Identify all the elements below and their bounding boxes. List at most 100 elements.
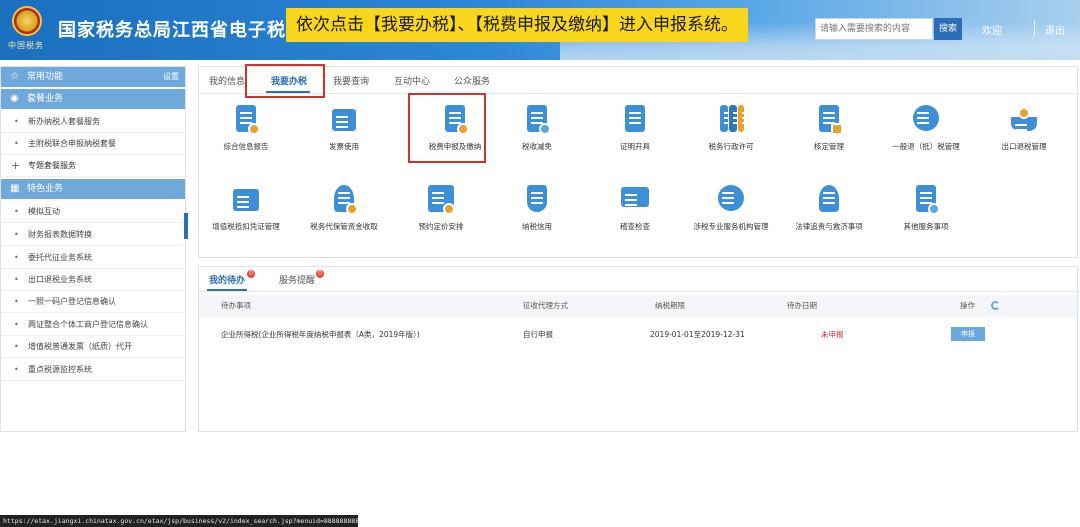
service-inspection[interactable]: 稽查检查 bbox=[590, 185, 680, 232]
sidebar-common-header[interactable]: ☆ 常用功能 设置 bbox=[1, 67, 185, 87]
sidebar-common-title: 常用功能 bbox=[27, 72, 64, 82]
service-label: 税收减免 bbox=[522, 142, 552, 151]
service-label: 纳税信用 bbox=[522, 222, 552, 231]
sidebar-item-new-taxpayer-package[interactable]: • 新办纳税人套餐服务 bbox=[1, 111, 185, 133]
sidebar-item-two-cert-confirmation[interactable]: • 两证整合个体工商户登记信息确认 bbox=[1, 314, 185, 336]
emblem-caption: 中国税务 bbox=[8, 41, 44, 50]
service-custody-funds[interactable]: 税务代保管资金收取 bbox=[299, 185, 389, 232]
star-icon: ☆ bbox=[10, 71, 19, 82]
sidebar-item-vat-invoice-issue[interactable]: • 增值税普通发票（纸质）代开 bbox=[1, 336, 185, 358]
sidebar-item-financial-conversion[interactable]: • 财务报表数据转换 bbox=[1, 224, 185, 246]
sidebar-item-label: 出口退税业务系统 bbox=[28, 275, 92, 284]
service-verification[interactable]: 核定管理 bbox=[784, 105, 874, 152]
service-admin-permit[interactable]: 税务行政许可 bbox=[686, 105, 776, 152]
sidebar-item-label: 主附税联合申报纳税套餐 bbox=[28, 139, 116, 148]
todo-panel: 我的待办 0 服务提醒 0 待办事项 征收代理方式 纳税期限 待办日期 操作 企… bbox=[198, 266, 1078, 432]
column-header: 征收代理方式 bbox=[523, 301, 568, 310]
sidebar-item-label: 专题套餐服务 bbox=[28, 161, 76, 170]
column-header: 纳税期限 bbox=[655, 301, 685, 310]
sidebar-item-simulation[interactable]: • 模拟互动 bbox=[1, 201, 185, 223]
sidebar-item-entrusted-collection[interactable]: • 委托代征业务系统 bbox=[1, 247, 185, 269]
service-vat-deduction[interactable]: 增值税抵扣凭证管理 bbox=[201, 185, 291, 232]
permit-binders-icon bbox=[717, 105, 754, 135]
service-certificate[interactable]: 证明开具 bbox=[590, 105, 680, 152]
browser-status-url: https://etax.jiangxi.chinatax.gov.cn/eta… bbox=[0, 515, 358, 527]
service-label: 出口退税管理 bbox=[1001, 142, 1047, 151]
todo-count-badge: 0 bbox=[247, 270, 255, 278]
other-services-icon bbox=[912, 185, 940, 215]
sidebar-item-label: 新办纳税人套餐服务 bbox=[28, 117, 100, 126]
highlight-box-tab bbox=[245, 64, 325, 98]
bullet-icon: • bbox=[14, 230, 19, 239]
certificate-icon bbox=[621, 105, 649, 135]
service-tax-credit[interactable]: 纳税信用 bbox=[492, 185, 582, 232]
sidebar-item-export-refund[interactable]: • 出口退税业务系统 bbox=[1, 269, 185, 291]
tab-query[interactable]: 我要查询 bbox=[333, 74, 369, 87]
tab-my-todo[interactable]: 我的待办 bbox=[209, 273, 245, 286]
sidebar-item-label: 增值税普通发票（纸质）代开 bbox=[28, 342, 132, 351]
reminder-count-badge: 0 bbox=[316, 270, 324, 278]
sidebar-settings-link[interactable]: 设置 bbox=[163, 67, 179, 87]
declare-button[interactable]: 申报 bbox=[951, 327, 985, 341]
logout-link[interactable]: 退出 bbox=[1045, 22, 1065, 37]
service-legal-remedy[interactable]: 法律追责与救济事项 bbox=[784, 185, 874, 232]
service-other[interactable]: 其他服务事项 bbox=[881, 185, 971, 232]
search-input[interactable]: 请输入需要搜索的内容 bbox=[815, 18, 933, 40]
sidebar: ☆ 常用功能 设置 ◉ 套餐业务 • 新办纳税人套餐服务 • 主附税联合申报纳税… bbox=[0, 66, 186, 432]
service-advance-pricing[interactable]: 预约定价安排 bbox=[396, 185, 486, 232]
export-ship-icon bbox=[1010, 105, 1038, 135]
service-professional-agency[interactable]: 涉税专业服务机构管理 bbox=[686, 185, 776, 232]
tab-interaction[interactable]: 互动中心 bbox=[394, 74, 430, 87]
welcome-text: 欢迎 bbox=[982, 26, 1002, 37]
bullet-icon: • bbox=[14, 275, 19, 284]
sidebar-item-label: 重点税源监控系统 bbox=[28, 365, 92, 374]
sidebar-item-joint-declaration-package[interactable]: • 主附税联合申报纳税套餐 bbox=[1, 133, 185, 155]
tab-public-service[interactable]: 公众服务 bbox=[454, 74, 490, 87]
bullet-icon: • bbox=[14, 253, 19, 262]
sidebar-item-label: 一照一码户登记信息确认 bbox=[28, 297, 116, 306]
service-tax-relief[interactable]: 税收减免 bbox=[492, 105, 582, 152]
todo-divider bbox=[199, 291, 1077, 292]
tab-service-reminder[interactable]: 服务提醒 bbox=[279, 273, 315, 286]
todo-method-cell: 自行申报 bbox=[523, 330, 553, 339]
service-comprehensive-report[interactable]: 综合信息报告 bbox=[201, 105, 291, 152]
report-icon bbox=[232, 105, 260, 135]
service-label: 税务代保管资金收取 bbox=[310, 222, 378, 231]
service-invoice-use[interactable]: 发票使用 bbox=[299, 105, 389, 152]
service-label: 综合信息报告 bbox=[223, 142, 269, 151]
todo-status-cell: 未申报 bbox=[821, 330, 844, 339]
sidebar-item-special-package[interactable]: + 专题套餐服务 bbox=[1, 155, 185, 177]
custody-funds-icon bbox=[330, 185, 358, 215]
bullet-icon: • bbox=[14, 207, 19, 216]
todo-period-cell: 2019-01-01至2019-12-31 bbox=[650, 330, 745, 339]
sidebar-feature-header[interactable]: ▦ 特色业务 bbox=[1, 179, 185, 199]
verification-icon bbox=[815, 105, 843, 135]
service-label: 稽查检查 bbox=[620, 222, 650, 231]
sidebar-package-header[interactable]: ◉ 套餐业务 bbox=[1, 89, 185, 109]
column-header: 操作 bbox=[960, 301, 975, 310]
bullet-icon: • bbox=[14, 342, 19, 351]
sidebar-item-label: 两证整合个体工商户登记信息确认 bbox=[28, 320, 148, 329]
bullet-icon: • bbox=[14, 139, 19, 148]
search-button[interactable]: 搜索 bbox=[934, 18, 962, 40]
service-label: 税务行政许可 bbox=[708, 142, 754, 151]
sidebar-item-key-tax-source[interactable]: • 重点税源监控系统 bbox=[1, 359, 185, 381]
tax-emblem-icon bbox=[12, 6, 42, 36]
tabs-divider bbox=[199, 93, 1077, 94]
header: 中国税务 国家税务总局江西省电子税务局 依次点击【我要办税】、【税费申报及缴纳】… bbox=[0, 0, 1080, 60]
service-export-refund[interactable]: 出口退税管理 bbox=[979, 105, 1069, 152]
invoice-printer-icon bbox=[330, 105, 358, 135]
sidebar-collapse-handle[interactable] bbox=[184, 213, 188, 239]
service-general-refund[interactable]: 一般退（抵）税管理 bbox=[881, 105, 971, 152]
tax-relief-icon bbox=[523, 105, 551, 135]
highlight-box-declaration bbox=[408, 93, 486, 163]
service-label: 涉税专业服务机构管理 bbox=[693, 222, 769, 231]
service-label: 证明开具 bbox=[620, 142, 650, 151]
tab-my-info[interactable]: 我的信息 bbox=[209, 74, 245, 87]
service-label: 预约定价安排 bbox=[418, 222, 464, 231]
vat-deduction-icon bbox=[232, 185, 260, 215]
credit-shield-icon bbox=[523, 185, 551, 215]
sidebar-item-one-code-confirmation[interactable]: • 一照一码户登记信息确认 bbox=[1, 291, 185, 313]
refresh-icon[interactable] bbox=[991, 301, 1000, 310]
column-header: 待办日期 bbox=[787, 301, 817, 310]
